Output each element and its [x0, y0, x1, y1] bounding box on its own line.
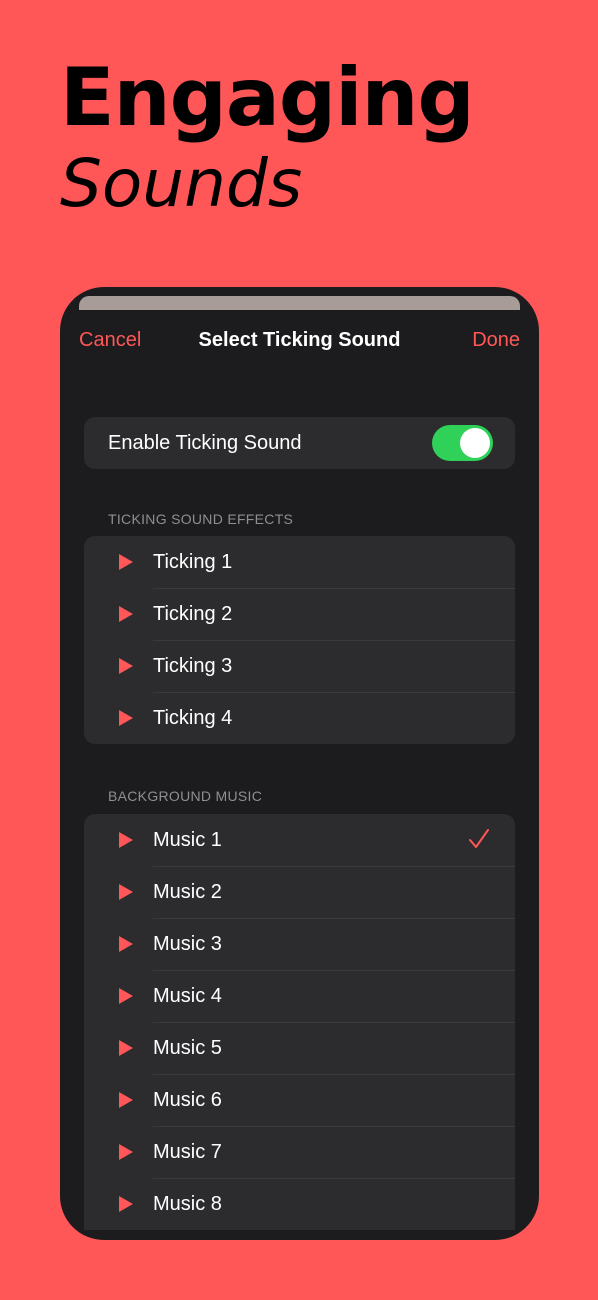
play-icon[interactable] [119, 832, 133, 848]
row-label: Music 1 [153, 829, 222, 851]
done-button[interactable]: Done [472, 329, 520, 352]
ticking-row-2[interactable]: Ticking 2 [84, 588, 515, 640]
page-title: Select Ticking Sound [198, 329, 401, 351]
ticking-section-header: TICKING SOUND EFFECTS [108, 511, 294, 527]
play-icon[interactable] [119, 554, 133, 570]
enable-ticking-switch[interactable] [432, 425, 493, 461]
headline-line-2: Sounds [60, 145, 303, 222]
play-icon[interactable] [119, 1092, 133, 1108]
play-icon[interactable] [119, 606, 133, 622]
music-row-2[interactable]: Music 2 [84, 866, 515, 918]
row-label: Ticking 4 [153, 707, 233, 729]
ticking-sound-list: Ticking 1 Ticking 2 Ticking 3 Ticking 4 [84, 536, 515, 744]
row-label: Ticking 1 [153, 551, 233, 573]
switch-knob [460, 428, 490, 458]
enable-ticking-label: Enable Ticking Sound [108, 432, 302, 454]
music-row-1[interactable]: Music 1 [84, 814, 515, 866]
music-row-6[interactable]: Music 6 [84, 1074, 515, 1126]
headline: Engaging Sounds [60, 51, 475, 224]
row-label: Music 2 [153, 881, 222, 903]
music-row-3[interactable]: Music 3 [84, 918, 515, 970]
row-label: Ticking 3 [153, 655, 233, 677]
play-icon[interactable] [119, 936, 133, 952]
play-icon[interactable] [119, 1144, 133, 1160]
play-icon[interactable] [119, 884, 133, 900]
play-icon[interactable] [119, 1196, 133, 1212]
ticking-row-3[interactable]: Ticking 3 [84, 640, 515, 692]
play-icon[interactable] [119, 1040, 133, 1056]
play-icon[interactable] [119, 710, 133, 726]
row-label: Music 6 [153, 1089, 222, 1111]
headline-line-1: Engaging [60, 51, 475, 144]
enable-ticking-row: Enable Ticking Sound [84, 417, 515, 469]
music-row-5[interactable]: Music 5 [84, 1022, 515, 1074]
row-label: Music 3 [153, 933, 222, 955]
ticking-row-1[interactable]: Ticking 1 [84, 536, 515, 588]
ticking-row-4[interactable]: Ticking 4 [84, 692, 515, 744]
music-row-8[interactable]: Music 8 [84, 1178, 515, 1230]
row-label: Music 8 [153, 1193, 222, 1215]
promo-page: Engaging Sounds Cancel Select Ticking So… [0, 0, 598, 1300]
music-row-4[interactable]: Music 4 [84, 970, 515, 1022]
music-row-7[interactable]: Music 7 [84, 1126, 515, 1178]
row-label: Music 7 [153, 1141, 222, 1163]
play-icon[interactable] [119, 988, 133, 1004]
navigation-bar: Cancel Select Ticking Sound Done [60, 325, 539, 359]
phone-screen: Cancel Select Ticking Sound Done Enable … [60, 287, 539, 1240]
checkmark-icon [469, 829, 489, 848]
row-label: Ticking 2 [153, 603, 233, 625]
sheet-backdrop [79, 296, 520, 310]
music-section-header: BACKGROUND MUSIC [108, 788, 263, 804]
row-label: Music 4 [153, 985, 222, 1007]
play-icon[interactable] [119, 658, 133, 674]
row-label: Music 5 [153, 1037, 222, 1059]
background-music-list: Music 1 Music 2 Music 3 Music 4 Music 5 [84, 814, 515, 1230]
